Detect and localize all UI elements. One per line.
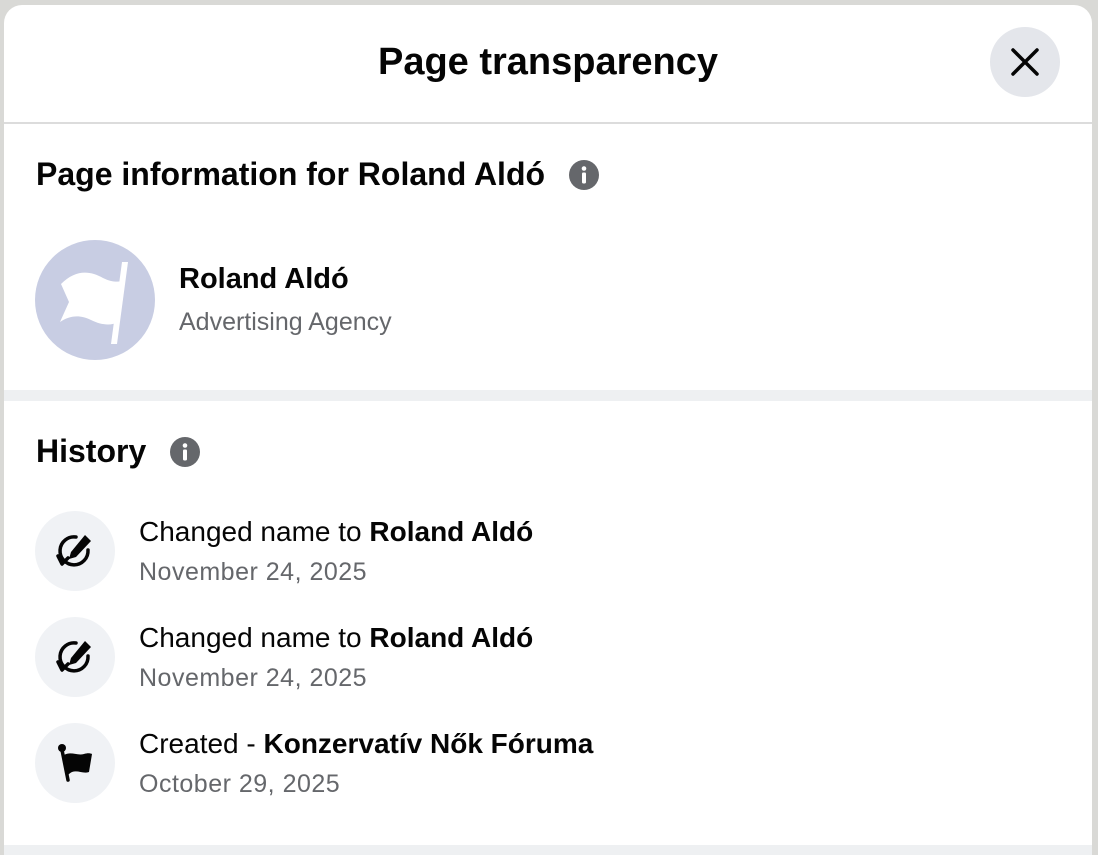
page-category: Advertising Agency [179,308,392,336]
history-item: Changed name to Roland Aldó November 24,… [35,511,533,591]
history-text: Changed name to Roland Aldó November 24,… [139,622,533,693]
history-description: Changed name to Roland Aldó [139,621,534,653]
history-date: November 24, 2025 [139,663,368,692]
history-text: Created - Konzervatív Nők Fóruma October… [139,728,593,799]
page-profile[interactable]: Roland Aldó Advertising Agency [35,240,392,360]
edit-rotate-icon [56,641,91,673]
history-icon-container [35,511,115,591]
history-header: History [36,433,201,470]
page-name[interactable]: Roland Aldó [179,263,392,296]
section-divider [4,390,1092,401]
history-date: November 24, 2025 [139,557,368,586]
bottom-divider [4,845,1092,855]
history-title: History [36,433,147,469]
history-icon-container [35,617,115,697]
history-icon-container [35,723,115,803]
profile-text: Roland Aldó Advertising Agency [179,263,392,337]
history-item: Created - Konzervatív Nők Fóruma October… [35,723,593,803]
history-text: Changed name to Roland Aldó November 24,… [139,516,533,587]
flag-placeholder-icon [60,262,128,344]
info-icon[interactable] [569,159,600,190]
page-information-section: Page information for Roland Aldó Roland … [4,126,1092,390]
dialog-title: Page transparency [377,41,719,83]
info-icon[interactable] [170,436,201,467]
flag-icon [58,744,92,782]
page-information-title: Page information for Roland Aldó [36,156,546,192]
page-transparency-dialog: Page transparency Page information for R… [4,5,1092,855]
dialog-header: Page transparency [4,5,1092,124]
avatar[interactable] [35,240,155,360]
close-button[interactable] [990,27,1060,97]
history-item: Changed name to Roland Aldó November 24,… [35,617,533,697]
history-description: Changed name to Roland Aldó [139,515,534,547]
history-date: October 29, 2025 [139,769,341,798]
close-icon [1011,48,1039,76]
history-description: Created - Konzervatív Nők Fóruma [139,727,594,759]
edit-rotate-icon [56,535,91,567]
page-information-header: Page information for Roland Aldó [36,156,600,193]
